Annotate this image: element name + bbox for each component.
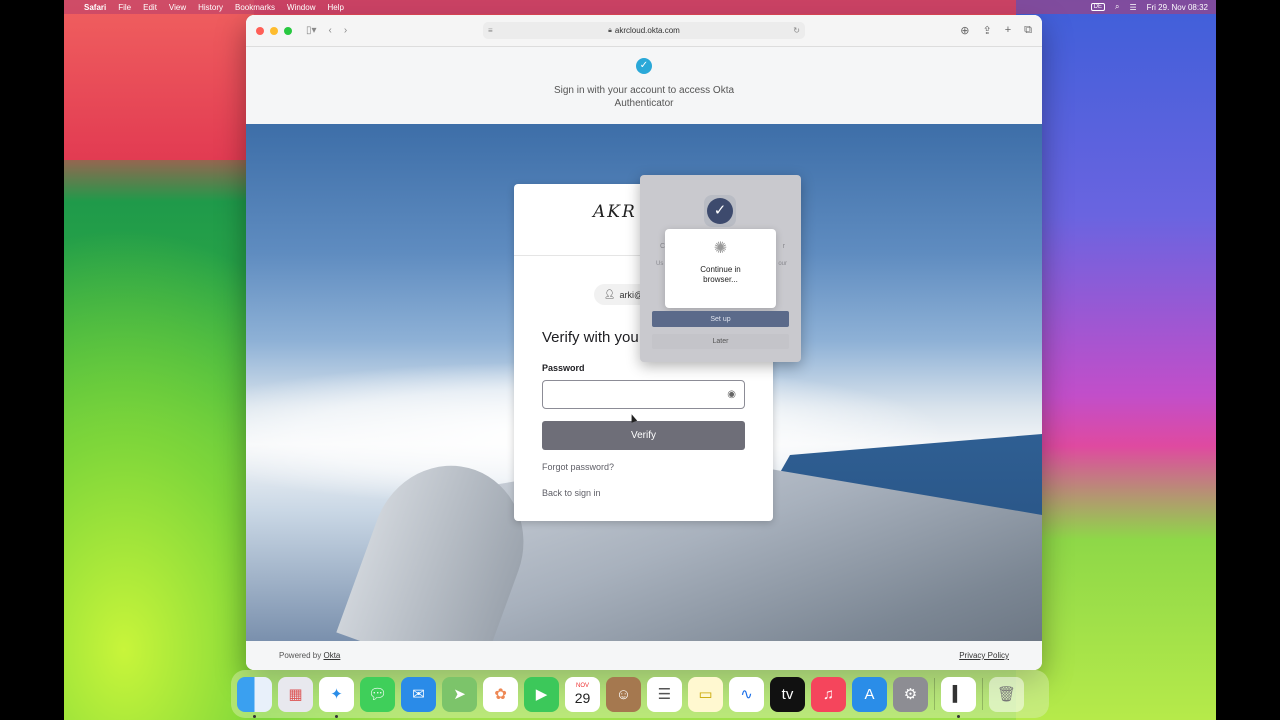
popup-title-fragment: r: [782, 243, 785, 250]
back-to-sign-in-link[interactable]: Back to sign in: [542, 488, 601, 498]
sidebar-toggle-icon[interactable]: ▯▾: [306, 25, 317, 36]
reminders-icon[interactable]: ☰: [647, 676, 682, 712]
freeform-icon[interactable]: ∿: [729, 676, 764, 712]
dock-separator: [934, 678, 935, 710]
contacts-icon[interactable]: ☺: [606, 676, 641, 712]
show-password-eye-icon[interactable]: ◉: [727, 389, 736, 400]
share-icon[interactable]: ⇪: [982, 24, 991, 37]
mail-icon[interactable]: ✉: [401, 676, 436, 712]
menu-edit[interactable]: Edit: [143, 3, 157, 12]
okta-verify-popup: ✓ C r Us our ✺ Continue in browser... Se…: [640, 175, 801, 362]
lock-icon: 🔒︎: [608, 26, 612, 34]
dock: ▦ ✦ 💬︎ ✉ ➤ ✿ ▶ NOV 29 ☺ ☰ ▭ ∿ tv ♫ A ⚙ ▍ …: [231, 670, 1049, 718]
user-icon: 👤︎: [604, 289, 616, 299]
new-tab-icon[interactable]: +: [1005, 24, 1011, 37]
menu-bookmarks[interactable]: Bookmarks: [235, 3, 275, 12]
photos-icon[interactable]: ✿: [483, 676, 518, 712]
notes-icon[interactable]: ▭: [688, 676, 723, 712]
sign-in-message: Sign in with your account to access Okta…: [553, 85, 735, 109]
address-bar[interactable]: ≡ 🔒︎ akrcloud.okta.com ↻: [483, 22, 805, 39]
tab-overview-icon[interactable]: ⧉: [1024, 24, 1032, 37]
popup-text-fragment: Us: [656, 261, 664, 267]
menu-help[interactable]: Help: [327, 3, 343, 12]
calendar-icon[interactable]: NOV 29: [565, 676, 600, 712]
okta-verify-app-icon: ✓: [704, 195, 736, 227]
password-label: Password: [542, 363, 585, 373]
spotlight-search-icon[interactable]: ⌕: [1115, 2, 1119, 12]
window-controls: [256, 26, 292, 35]
zoom-window-button[interactable]: [284, 26, 292, 35]
back-arrow-icon[interactable]: ‹: [329, 25, 332, 36]
okta-verify-logo-icon: ✓: [636, 58, 652, 74]
page-footer: Powered by Okta Privacy Policy: [246, 641, 1042, 670]
menu-clock[interactable]: Fri 29. Nov 08:32: [1147, 3, 1208, 12]
close-window-button[interactable]: [256, 26, 264, 35]
okta-verify-icon[interactable]: ▍: [941, 676, 976, 718]
page-menu-icon[interactable]: ≡: [488, 26, 493, 35]
password-field[interactable]: ◉: [542, 380, 745, 409]
reload-icon[interactable]: ↻: [793, 26, 800, 35]
toast-message: Continue in browser...: [700, 265, 741, 284]
music-icon[interactable]: ♫: [811, 676, 846, 712]
input-source-indicator[interactable]: DE: [1090, 3, 1105, 11]
loading-spinner-icon: ✺: [713, 240, 728, 257]
forward-arrow-icon[interactable]: ›: [344, 25, 347, 36]
control-center-icon[interactable]: ☰: [1129, 3, 1136, 12]
trash-icon[interactable]: 🗑︎: [989, 676, 1024, 712]
menu-app-name[interactable]: Safari: [84, 3, 106, 12]
powered-by-text: Powered by: [279, 651, 322, 660]
page-header: ✓ Sign in with your account to access Ok…: [246, 47, 1042, 124]
facetime-icon[interactable]: ▶: [524, 676, 559, 712]
later-button[interactable]: Later: [652, 334, 789, 349]
continue-in-browser-toast: ✺ Continue in browser...: [665, 229, 776, 308]
browser-toolbar: ▯▾ ‹ › ≡ 🔒︎ akrcloud.okta.com ↻ ⊕ ⇪ + ⧉: [246, 15, 1042, 47]
safari-icon[interactable]: ✦: [319, 676, 354, 718]
system-settings-icon[interactable]: ⚙: [893, 676, 928, 712]
password-input[interactable]: [543, 381, 744, 408]
privacy-policy-link[interactable]: Privacy Policy: [959, 651, 1009, 660]
minimize-window-button[interactable]: [270, 26, 278, 35]
forgot-password-link[interactable]: Forgot password?: [542, 462, 614, 472]
menu-window[interactable]: Window: [287, 3, 315, 12]
menu-view[interactable]: View: [169, 3, 186, 12]
menu-file[interactable]: File: [118, 3, 131, 12]
wallpaper-shape: [64, 0, 254, 160]
dock-separator: [982, 678, 983, 710]
set-up-button[interactable]: Set up: [652, 311, 789, 327]
downloads-icon[interactable]: ⊕: [960, 24, 969, 37]
messages-icon[interactable]: 💬︎: [360, 676, 395, 712]
tv-icon[interactable]: tv: [770, 676, 805, 712]
finder-icon[interactable]: [237, 676, 272, 718]
url-text: akrcloud.okta.com: [614, 26, 680, 35]
okta-link[interactable]: Okta: [323, 651, 340, 660]
menu-history[interactable]: History: [198, 3, 223, 12]
popup-text-fragment: our: [778, 261, 787, 267]
calendar-month: NOV: [575, 682, 589, 689]
app-store-icon[interactable]: A: [852, 676, 887, 712]
launchpad-icon[interactable]: ▦: [278, 676, 313, 712]
maps-icon[interactable]: ➤: [442, 676, 477, 712]
menu-bar: Safari File Edit View History Bookmarks …: [64, 0, 1216, 14]
wallpaper-shape: [1016, 0, 1216, 720]
calendar-day: 29: [574, 689, 591, 706]
verify-heading: Verify with you: [542, 329, 639, 346]
verify-button[interactable]: Verify: [542, 421, 745, 450]
